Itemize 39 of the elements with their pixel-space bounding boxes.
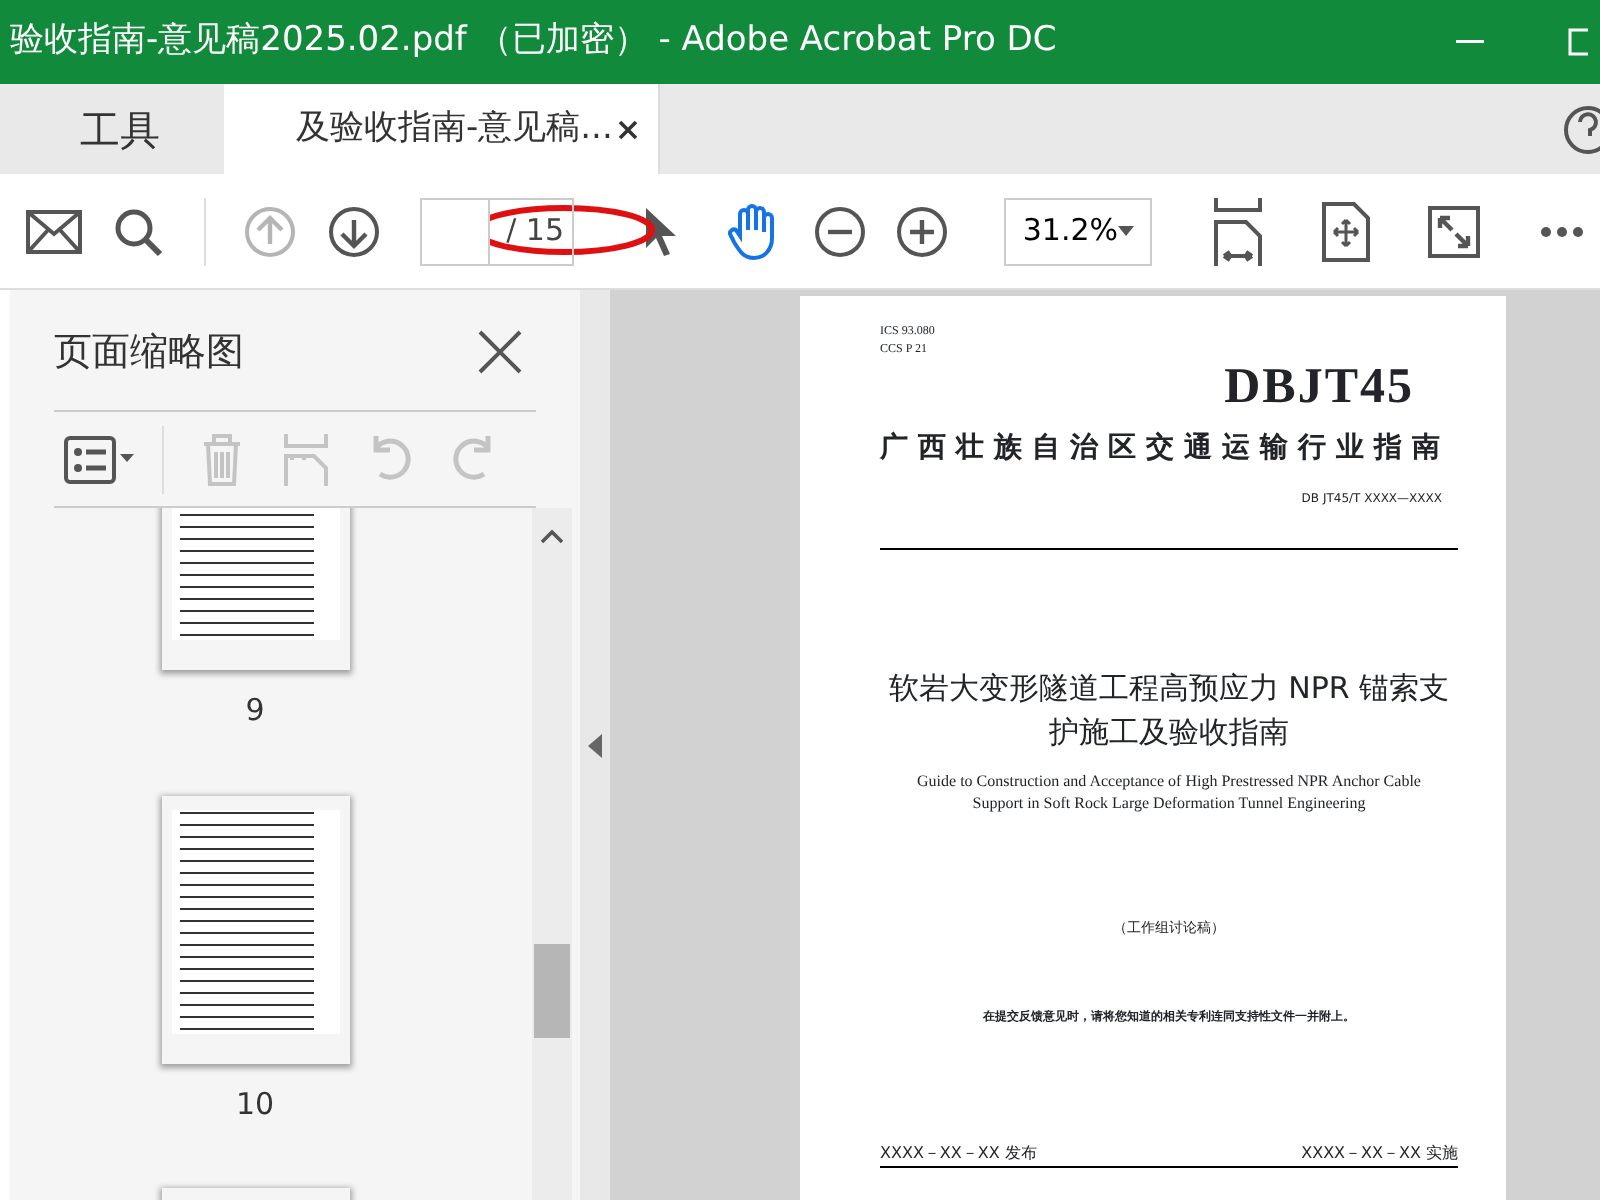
window-title: 验收指南-意见稿2025.02.pdf （已加密） - Adobe Acrobat Pro DC bbox=[8, 18, 1057, 65]
arrow-up-icon bbox=[244, 205, 297, 257]
insert-page-icon bbox=[280, 430, 332, 490]
panel-handle[interactable] bbox=[580, 290, 610, 1200]
maximize-icon bbox=[1568, 28, 1588, 56]
tab[interactable]: 及验收指南-意见稿... bbox=[224, 84, 660, 174]
collapse-icon bbox=[588, 733, 602, 757]
expand-icon bbox=[1428, 205, 1481, 257]
tab[interactable]: 工具 bbox=[0, 84, 224, 174]
page-fit-icon bbox=[1212, 195, 1265, 267]
close-icon[interactable] bbox=[618, 119, 638, 139]
panel-title: 页面缩略图 bbox=[54, 327, 244, 378]
minus-circle-icon bbox=[813, 205, 866, 257]
page-number-field[interactable]: / 15 bbox=[420, 197, 574, 265]
scrollbar[interactable] bbox=[532, 508, 572, 1200]
scroll-up-icon[interactable] bbox=[540, 528, 564, 544]
effective-date: XXXX－XX－XX 实施 bbox=[1301, 1141, 1458, 1165]
search-icon bbox=[111, 205, 164, 257]
arrow-down-icon bbox=[328, 205, 381, 257]
caret-icon bbox=[1118, 226, 1135, 236]
list-options-icon bbox=[64, 436, 136, 484]
hand-icon bbox=[723, 201, 780, 261]
more-icon bbox=[1540, 225, 1585, 237]
english-title: Guide to Construction and Acceptance of High Prestressed NPR Anchor Cable Support in Soft Rock Large Deformation Tunnel Engineering bbox=[915, 770, 1423, 814]
close-icon bbox=[478, 330, 522, 374]
minimize-icon bbox=[1456, 38, 1484, 46]
document-title: 软岩大变形隧道工程高预应力 NPR 锚索支护施工及验收指南 bbox=[886, 668, 1452, 754]
organization-title: 广西壮族自治区交通运输行业指南 bbox=[880, 429, 1452, 468]
plus-circle-icon bbox=[896, 205, 949, 257]
zoom-dropdown[interactable]: 31.2% bbox=[1004, 197, 1153, 265]
page-move-icon bbox=[1322, 201, 1371, 261]
standard-logo: DBJT45 bbox=[1222, 360, 1416, 416]
page-total: / 15 bbox=[504, 210, 564, 253]
page-number: 10 bbox=[235, 1083, 275, 1125]
envelope-icon bbox=[25, 209, 82, 253]
page-number: 9 bbox=[245, 690, 265, 732]
scrollbar-thumb[interactable] bbox=[534, 944, 570, 1038]
issue-date: XXXX－XX－XX 发布 bbox=[880, 1141, 1037, 1165]
tab-label: 及验收指南-意见稿... bbox=[296, 105, 613, 152]
